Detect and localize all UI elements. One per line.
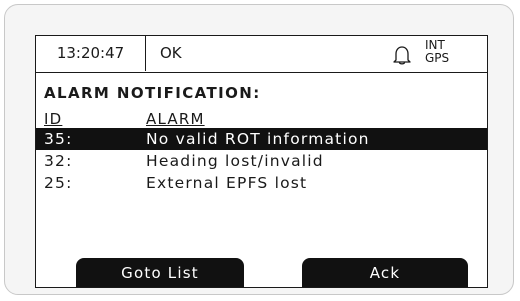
clock: 13:20:47 (36, 36, 146, 71)
status-bar: 13:20:47 OK INT GPS (36, 36, 487, 73)
alarm-row-selected[interactable]: 35: No valid ROT information (36, 128, 487, 150)
status-text: OK (160, 44, 182, 62)
display-screen: 13:20:47 OK INT GPS ALARM NOTIFICATION: … (35, 35, 488, 288)
alarm-id: 25: (44, 174, 73, 192)
alarm-text: No valid ROT information (146, 130, 370, 148)
alarm-text: External EPFS lost (146, 174, 308, 192)
device-panel: 13:20:47 OK INT GPS ALARM NOTIFICATION: … (4, 4, 514, 295)
alarm-text: Heading lost/invalid (146, 152, 324, 170)
position-source: INT GPS (425, 39, 449, 65)
alarm-id: 32: (44, 152, 73, 170)
page-title: ALARM NOTIFICATION: (44, 84, 261, 102)
alarm-id: 35: (44, 130, 73, 148)
alarm-row[interactable]: 25: External EPFS lost (36, 172, 487, 194)
column-header-id: ID (44, 110, 63, 128)
source-gps: GPS (425, 51, 450, 65)
goto-list-button[interactable]: Goto List (76, 258, 244, 287)
alarm-row[interactable]: 32: Heading lost/invalid (36, 150, 487, 172)
ack-button[interactable]: Ack (302, 258, 468, 287)
bell-icon (393, 46, 411, 65)
column-header-alarm: ALARM (146, 110, 205, 128)
